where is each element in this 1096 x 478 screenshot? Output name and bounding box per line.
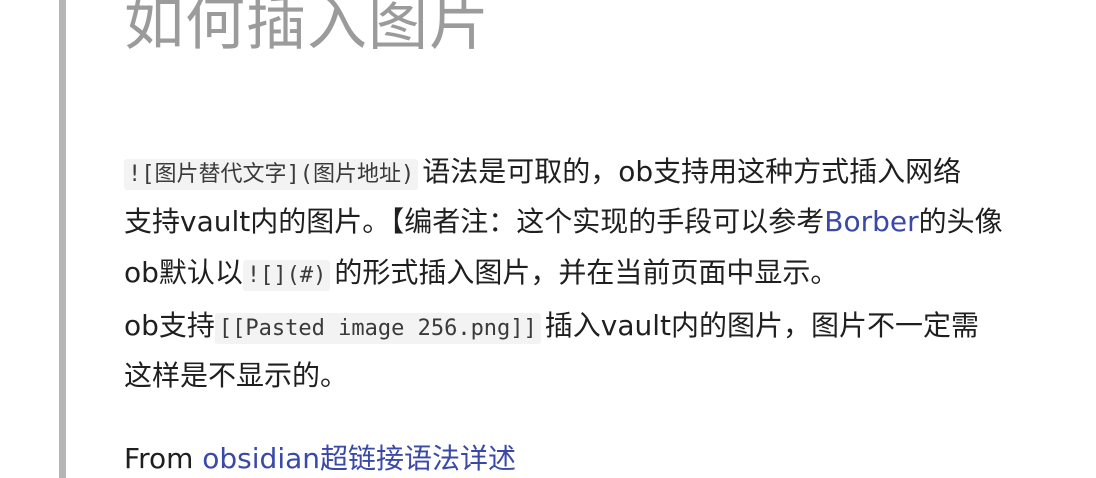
section-heading: 如何插入图片 [124,0,490,59]
paragraph-line-1: ![图片替代文字](图片地址) 语法是可取的，ob支持用这种方式插入网络 [124,152,961,192]
note-content: 如何插入图片 ![图片替代文字](图片地址) 语法是可取的，ob支持用这种方式插入… [124,0,1096,478]
paragraph-line-5: 这样是不显示的。 [124,356,348,396]
paragraph-text: 的头像 [918,205,1003,238]
paragraph-text: ob默认以 [124,256,243,289]
blockquote-bar [59,0,66,478]
paragraph-text: ob支持 [124,309,215,342]
paragraph-line-3: ob默认以 ![](#) 的形式插入图片，并在当前页面中显示。 [124,253,838,293]
inline-code-default-image: ![](#) [242,260,331,291]
paragraph-line-4: ob支持 [[Pasted image 256.png]] 插入vault内的图片，… [124,306,979,346]
inline-code-markdown-image: ![图片替代文字](图片地址) [124,159,419,190]
paragraph-line-2: 支持vault内的图片。【编者注：这个实现的手段可以参考Borber的头像 [124,202,1003,242]
paragraph-text: 语法是可取的，ob支持用这种方式插入网络 [422,155,962,188]
inline-code-wikilink-image: [[Pasted image 256.png]] [214,313,541,344]
source-link[interactable]: obsidian超链接语法详述 [202,442,516,475]
paragraph-text: 这样是不显示的。 [124,359,349,392]
source-line: From obsidian超链接语法详述 [124,439,516,478]
borber-link[interactable]: Borber [824,205,918,238]
source-prefix: From [124,442,203,475]
paragraph-text: 插入vault内的图片，图片不一定需 [544,309,980,342]
paragraph-text: 支持vault内的图片。【编者注：这个实现的手段可以参考 [124,205,825,238]
paragraph-text: 的形式插入图片，并在当前页面中显示。 [334,256,839,289]
